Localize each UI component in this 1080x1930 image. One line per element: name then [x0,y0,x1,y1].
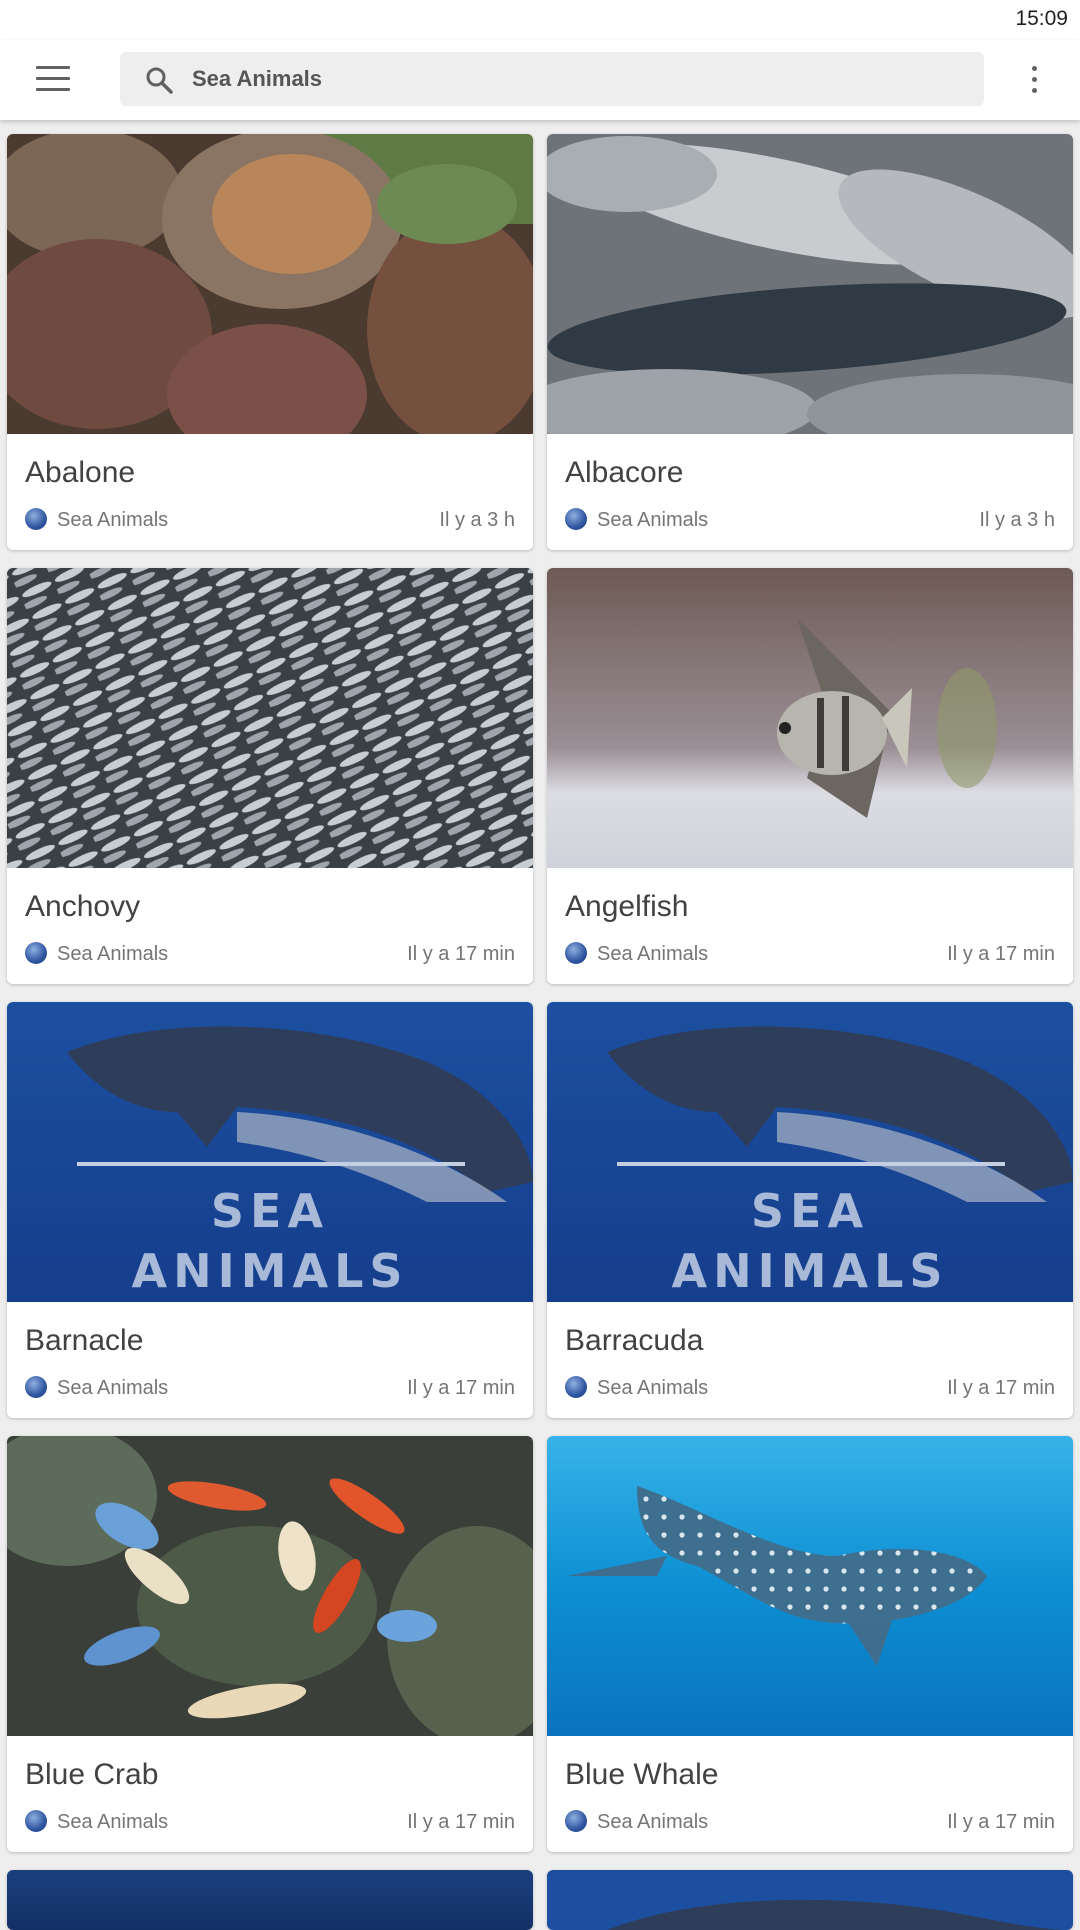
card-title: Angelfish [565,890,689,923]
source-globe-icon [25,1376,47,1398]
feed-card[interactable]: SEA ANIMALS Barnacle Sea Animals Il y a … [7,1002,533,1418]
card-source: Sea Animals [57,509,169,531]
sea-animals-placeholder: SEA ANIMALS [547,1002,1073,1302]
card-time: Il y a 17 min [407,943,515,965]
more-vert-icon[interactable] [1024,66,1044,96]
card-time: Il y a 3 h [979,509,1055,531]
card-title: Barnacle [25,1324,144,1357]
card-title: Albacore [565,456,684,489]
app-bar: Sea Animals [0,40,1080,120]
card-source: Sea Animals [57,1377,169,1399]
placeholder-line2: ANIMALS [671,1244,948,1298]
search-query: Sea Animals [192,66,323,91]
source-globe-icon [25,1810,47,1832]
card-time: Il y a 17 min [407,1811,515,1833]
feed-card[interactable]: Abalone Sea Animals Il y a 3 h [7,134,533,550]
placeholder-line1: SEA [751,1184,869,1238]
feed-card[interactable]: Anchovy Sea Animals Il y a 17 min [7,568,533,984]
search-bar[interactable]: Sea Animals [120,52,984,106]
card-image [7,1870,533,1930]
card-time: Il y a 17 min [947,1377,1055,1399]
card-title: Abalone [25,456,136,489]
sea-animals-placeholder: SEA ANIMALS [7,1002,533,1302]
hamburger-menu-icon[interactable] [36,66,70,94]
feed-card[interactable]: Blue Whale Sea Animals Il y a 17 min [547,1436,1073,1852]
feed-card[interactable]: Blue Crab Sea Animals Il y a 17 min [7,1436,533,1852]
card-title: Barracuda [565,1324,704,1357]
placeholder-line2: ANIMALS [131,1244,408,1298]
status-bar: 15:09 [0,0,1080,40]
card-source: Sea Animals [597,943,709,965]
card-title: Anchovy [25,890,141,923]
card-source: Sea Animals [597,509,709,531]
card-title: Blue Crab [25,1758,159,1791]
feed-card[interactable] [547,1870,1073,1930]
feed-card[interactable] [7,1870,533,1930]
card-time: Il y a 17 min [947,1811,1055,1833]
feed-card[interactable]: SEA ANIMALS Barracuda Sea Animals Il y a… [547,1002,1073,1418]
card-time: Il y a 3 h [439,509,515,531]
abalone-photo [7,134,533,434]
source-globe-icon [565,1376,587,1398]
card-source: Sea Animals [57,1811,169,1833]
card-title: Blue Whale [565,1758,719,1791]
search-icon [146,67,173,94]
feed-card[interactable]: Albacore Sea Animals Il y a 3 h [547,134,1073,550]
placeholder-line1: SEA [211,1184,329,1238]
source-globe-icon [25,942,47,964]
status-time: 15:09 [1015,7,1068,30]
card-time: Il y a 17 min [407,1377,515,1399]
sea-animals-placeholder [547,1870,1073,1930]
albacore-photo [547,134,1073,434]
whale-shark-photo [547,1436,1073,1736]
feed-card[interactable]: Angelfish Sea Animals Il y a 17 min [547,568,1073,984]
angelfish-photo [547,568,1073,868]
source-globe-icon [565,508,587,530]
source-globe-icon [565,942,587,964]
blue-crab-photo [7,1436,533,1736]
card-source: Sea Animals [57,943,169,965]
card-source: Sea Animals [597,1811,709,1833]
card-time: Il y a 17 min [947,943,1055,965]
source-globe-icon [25,508,47,530]
card-source: Sea Animals [597,1377,709,1399]
anchovy-photo [7,568,533,868]
source-globe-icon [565,1810,587,1832]
